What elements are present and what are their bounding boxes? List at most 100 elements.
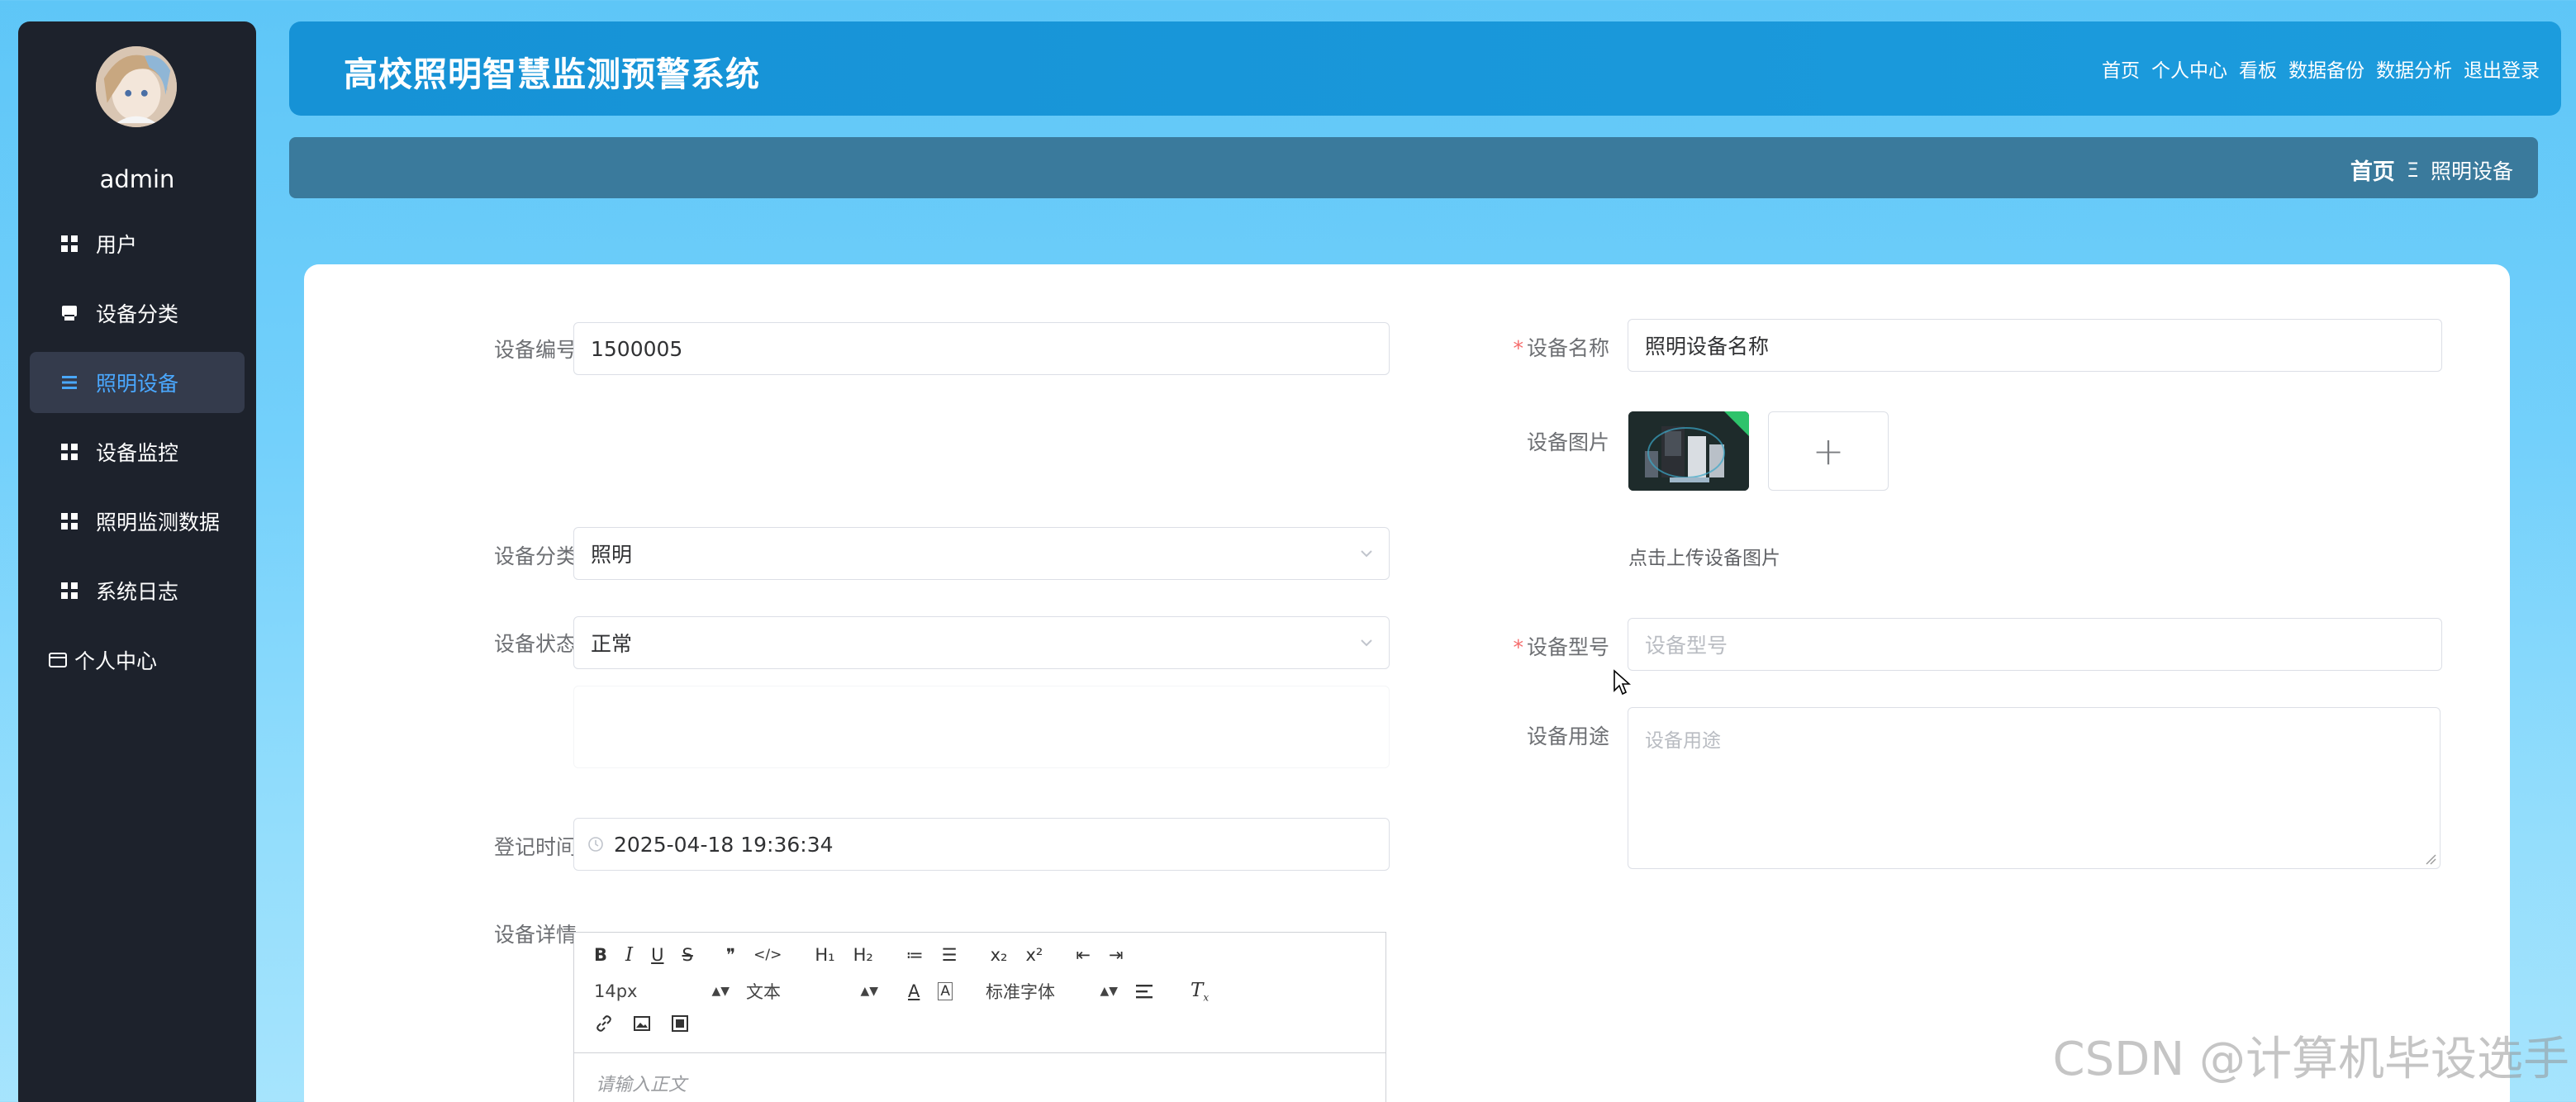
- bold-button[interactable]: B: [594, 945, 607, 965]
- device-status-select[interactable]: 正常: [573, 616, 1390, 669]
- updown-arrows-icon: ▲▼: [860, 985, 878, 998]
- font-family-value: 标准字体: [986, 982, 1056, 1002]
- device-usage-label: 设备用途: [1526, 724, 1609, 748]
- register-time-value: 2025-04-18 19:36:34: [614, 832, 834, 857]
- block-type-select[interactable]: 文本 ▲▼: [746, 979, 895, 1004]
- block-type-value: 文本: [746, 982, 781, 1002]
- nav-personal-center[interactable]: 个人中心: [2151, 55, 2227, 83]
- device-usage-textarea[interactable]: 设备用途: [1628, 707, 2441, 869]
- device-status-value: 正常: [591, 632, 633, 656]
- device-image-thumbnail[interactable]: [1628, 411, 1749, 491]
- rich-text-editor[interactable]: B I U S ❞ </> H₁ H₂ ≔ ☰ x₂ x² ⇤ ⇥ 14px ▲…: [573, 932, 1386, 1102]
- h2-button[interactable]: H₂: [853, 945, 873, 965]
- ordered-list-button[interactable]: ≔: [906, 945, 924, 965]
- editor-toolbar: B I U S ❞ </> H₁ H₂ ≔ ☰ x₂ x² ⇤ ⇥ 14px ▲…: [574, 933, 1385, 1053]
- device-detail-label: 设备详情: [493, 923, 577, 947]
- sidebar-item-label: 照明监测数据: [96, 511, 221, 534]
- device-name-label-text: 设备名称: [1526, 336, 1609, 360]
- sidebar-item-personal-center[interactable]: 个人中心: [30, 629, 245, 691]
- align-icon[interactable]: [1134, 982, 1154, 1000]
- nav-dashboard[interactable]: 看板: [2239, 55, 2277, 83]
- empty-field-area: [573, 686, 1390, 768]
- h1-button[interactable]: H₁: [815, 945, 834, 965]
- sidebar-item-device-monitor[interactable]: 设备监控: [30, 421, 245, 482]
- printer-icon: [62, 306, 77, 321]
- device-model-placeholder: 设备型号: [1645, 634, 1728, 658]
- wallet-icon: [49, 653, 67, 667]
- upload-add-button[interactable]: +: [1768, 411, 1889, 491]
- sidebar-item-system-log[interactable]: 系统日志: [30, 560, 245, 621]
- toolbar-row-3: [594, 1014, 690, 1033]
- breadcrumb-current: 照明设备: [2430, 159, 2513, 183]
- font-family-select[interactable]: 标准字体 ▲▼: [986, 979, 1134, 1004]
- nav-logout[interactable]: 退出登录: [2464, 55, 2540, 83]
- link-icon[interactable]: [594, 1014, 614, 1033]
- font-color-icon[interactable]: A: [908, 981, 920, 1001]
- watermark: CSDN @计算机毕设选手: [2052, 1033, 2569, 1086]
- header-nav: 首页 个人中心 看板 数据备份 数据分析 退出登录: [2102, 55, 2540, 83]
- code-button[interactable]: </>: [753, 947, 782, 963]
- updown-arrows-icon: ▲▼: [1100, 985, 1119, 998]
- upload-hint: 点击上传设备图片: [1628, 548, 1780, 569]
- device-category-label: 设备分类: [493, 544, 577, 568]
- device-image-label: 设备图片: [1526, 430, 1609, 454]
- breadcrumb-home[interactable]: 首页: [2350, 154, 2395, 186]
- device-no-input[interactable]: 1500005: [573, 322, 1390, 375]
- sidebar-item-label: 设备监控: [96, 441, 179, 465]
- plus-icon: +: [1812, 429, 1845, 473]
- nav-analysis[interactable]: 数据分析: [2376, 55, 2452, 83]
- register-time-input[interactable]: 2025-04-18 19:36:34: [573, 818, 1390, 871]
- device-no-label: 设备编号: [493, 338, 577, 362]
- grid-icon: [61, 235, 78, 252]
- breadcrumb-bar: 首页 Ξ 照明设备: [289, 137, 2538, 198]
- background-color-icon[interactable]: A: [938, 982, 953, 1000]
- top-header: 高校照明智慧监测预警系统 首页 个人中心 看板 数据备份 数据分析 退出登录: [289, 21, 2561, 116]
- quote-button[interactable]: ❞: [726, 945, 735, 965]
- register-time-label: 登记时间: [493, 835, 577, 859]
- subscript-button[interactable]: x₂: [991, 945, 1008, 965]
- sidebar-item-lighting-data[interactable]: 照明监测数据: [30, 491, 245, 552]
- clock-icon: [588, 837, 603, 852]
- image-icon[interactable]: [632, 1014, 652, 1033]
- superscript-button[interactable]: x²: [1025, 945, 1043, 965]
- indent-button[interactable]: ⇥: [1109, 945, 1124, 965]
- sidebar-item-label: 设备分类: [96, 302, 179, 326]
- sidebar-item-label: 系统日志: [96, 580, 179, 604]
- underline-button[interactable]: U: [651, 945, 663, 965]
- app-title: 高校照明智慧监测预警系统: [344, 55, 760, 94]
- device-status-label: 设备状态: [493, 632, 577, 656]
- mouse-cursor-icon: [1614, 669, 1631, 696]
- device-category-select[interactable]: 照明: [573, 527, 1390, 580]
- avatar[interactable]: [96, 46, 177, 127]
- clear-format-icon[interactable]: Tx: [1191, 980, 1209, 1004]
- device-name-input[interactable]: 照明设备名称: [1628, 319, 2442, 372]
- font-size-value: 14px: [594, 981, 638, 1001]
- outdent-button[interactable]: ⇤: [1076, 945, 1091, 965]
- sidebar-item-device-category[interactable]: 设备分类: [30, 283, 245, 344]
- font-size-select[interactable]: 14px ▲▼: [594, 981, 746, 1001]
- video-icon[interactable]: [670, 1014, 690, 1033]
- breadcrumb-separator: Ξ: [2406, 158, 2419, 182]
- breadcrumb: 首页 Ξ 照明设备: [2350, 154, 2513, 186]
- chevron-down-icon: [1361, 550, 1372, 558]
- sidebar-item-users[interactable]: 用户: [30, 213, 245, 274]
- device-no-value: 1500005: [591, 336, 683, 361]
- sidebar: admin 用户 设备分类 照明设备 设备监控 照明监测数据 系统日志 个人中心: [18, 21, 256, 1102]
- chevron-down-icon: [1361, 639, 1372, 647]
- updown-arrows-icon: ▲▼: [711, 985, 730, 998]
- toolbar-row-1: B I U S ❞ </> H₁ H₂ ≔ ☰ x₂ x² ⇤ ⇥: [594, 944, 1142, 966]
- device-model-input[interactable]: 设备型号: [1628, 618, 2442, 671]
- sidebar-item-label: 个人中心: [74, 649, 158, 673]
- nav-home[interactable]: 首页: [2102, 55, 2140, 83]
- nav-backup[interactable]: 数据备份: [2288, 55, 2365, 83]
- bullet-list-button[interactable]: ☰: [942, 945, 958, 965]
- device-name-label: * 设备名称: [1485, 332, 1609, 362]
- device-usage-placeholder: 设备用途: [1645, 730, 1721, 752]
- required-mark: *: [1513, 635, 1523, 659]
- strike-button[interactable]: S: [682, 945, 692, 965]
- italic-button[interactable]: I: [625, 944, 633, 966]
- sidebar-item-lighting-device[interactable]: 照明设备: [30, 352, 245, 413]
- resize-handle-icon[interactable]: [2425, 853, 2436, 865]
- username: admin: [99, 165, 175, 193]
- sidebar-item-label: 照明设备: [96, 372, 179, 396]
